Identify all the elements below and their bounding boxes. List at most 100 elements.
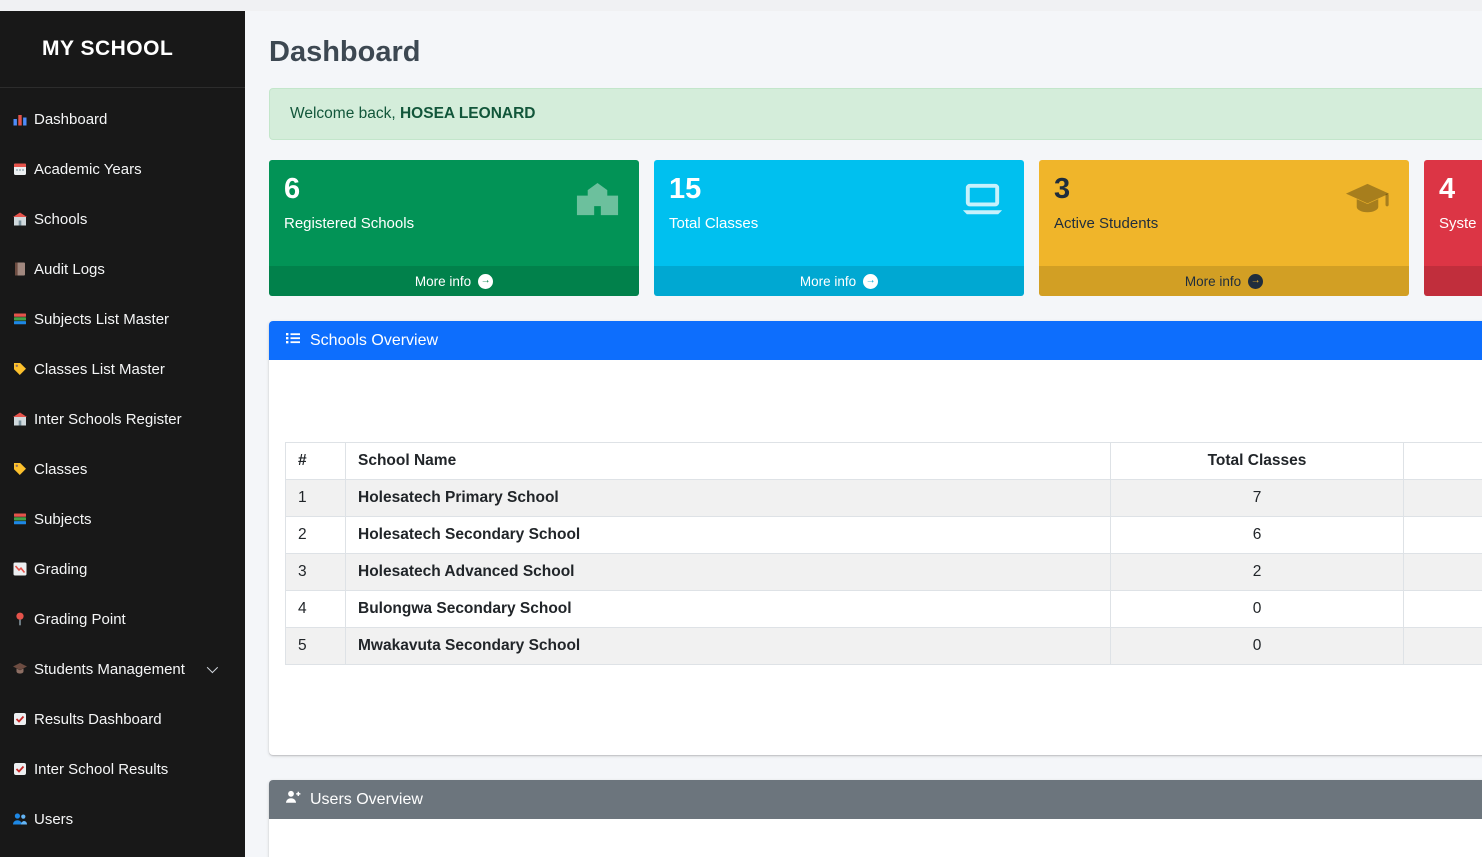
school-name-cell: Holesatech Advanced School — [346, 554, 1111, 591]
stat-label: Active Students — [1054, 215, 1394, 232]
school-name-cell: Holesatech Primary School — [346, 480, 1111, 517]
stat-label: Registered Schools — [284, 215, 624, 232]
more-info-link[interactable]: More info → — [1424, 266, 1482, 296]
top-strip — [0, 0, 1482, 11]
th-number: # — [286, 443, 346, 480]
welcome-alert: Welcome back, HOSEA LEONARD — [269, 88, 1482, 140]
sidebar-item-label: Audit Logs — [34, 261, 105, 278]
sidebar-item-audit-logs[interactable]: Audit Logs — [0, 244, 245, 294]
laptop-icon — [959, 176, 1006, 228]
table-row: 3 Holesatech Advanced School 2 — [286, 554, 1482, 591]
sidebar-item-label: Dashboard — [34, 111, 107, 128]
sidebar-item-classes[interactable]: Classes — [0, 444, 245, 494]
extra-cell — [1404, 554, 1482, 591]
total-classes-cell: 2 — [1111, 554, 1404, 591]
school-icon — [11, 211, 28, 228]
stat-value: 15 — [669, 173, 1009, 206]
table-row: 2 Holesatech Secondary School 6 — [286, 517, 1482, 554]
school-name-cell: Holesatech Secondary School — [346, 517, 1111, 554]
chart-decreasing-icon — [11, 561, 28, 578]
graduation-cap-icon — [1344, 176, 1391, 228]
row-number-cell: 5 — [286, 628, 346, 665]
sidebar-item-label: Subjects List Master — [34, 311, 169, 328]
users-overview-body — [269, 819, 1482, 857]
more-info-link[interactable]: More info → — [654, 266, 1024, 296]
more-info-link[interactable]: More info → — [1039, 266, 1409, 296]
sidebar-item-subjects-list-master[interactable]: Subjects List Master — [0, 294, 245, 344]
checkbox-icon — [11, 711, 28, 728]
sidebar-item-label: Schools — [34, 211, 87, 228]
arrow-circle-right-icon: → — [1248, 274, 1263, 289]
total-classes-cell: 0 — [1111, 591, 1404, 628]
brand-title: MY SCHOOL — [0, 11, 245, 88]
users-overview-header: Users Overview — [269, 780, 1482, 819]
sidebar-item-label: Inter Schools Register — [34, 411, 182, 428]
card-title: Users Overview — [310, 791, 423, 809]
extra-cell — [1404, 517, 1482, 554]
school-icon — [11, 411, 28, 428]
stat-active-students: 3 Active Students More info → — [1039, 160, 1409, 296]
welcome-text: Welcome back, — [290, 105, 400, 122]
sidebar-item-label: Grading — [34, 561, 87, 578]
list-icon — [285, 330, 301, 351]
sidebar-item-label: Inter School Results — [34, 761, 168, 778]
table-row: 5 Mwakavuta Secondary School 0 — [286, 628, 1482, 665]
sidebar-item-inter-school-results[interactable]: Inter School Results — [0, 744, 245, 794]
schools-overview-card: Schools Overview # School Name Total Cla… — [269, 321, 1482, 755]
sidebar-item-subjects[interactable]: Subjects — [0, 494, 245, 544]
sidebar-item-grading[interactable]: Grading — [0, 544, 245, 594]
sidebar-item-label: Classes List Master — [34, 361, 165, 378]
sidebar-item-schools[interactable]: Schools — [0, 194, 245, 244]
sidebar-item-label: Subjects — [34, 511, 92, 528]
more-info-label: More info — [1185, 274, 1241, 289]
stat-value: 4 — [1439, 173, 1482, 206]
table-row: 4 Bulongwa Secondary School 0 — [286, 591, 1482, 628]
school-building-icon — [574, 176, 621, 228]
sidebar-item-grading-point[interactable]: Grading Point — [0, 594, 245, 644]
sidebar-item-students-management[interactable]: Students Management — [0, 644, 245, 694]
sidebar-item-results-dashboard[interactable]: Results Dashboard — [0, 694, 245, 744]
more-info-label: More info — [800, 274, 856, 289]
sidebar-item-inter-schools-register[interactable]: Inter Schools Register — [0, 394, 245, 444]
stat-value: 6 — [284, 173, 624, 206]
user-plus-icon — [285, 789, 301, 810]
total-classes-cell: 7 — [1111, 480, 1404, 517]
users-icon — [11, 811, 28, 828]
sidebar-item-label: Results Dashboard — [34, 711, 162, 728]
tag-icon — [11, 361, 28, 378]
th-total-classes: Total Classes — [1111, 443, 1404, 480]
total-classes-cell: 0 — [1111, 628, 1404, 665]
calendar-icon — [11, 161, 28, 178]
checkbox-icon — [11, 761, 28, 778]
school-name-cell: Mwakavuta Secondary School — [346, 628, 1111, 665]
sidebar-item-label: Classes — [34, 461, 87, 478]
sidebar-item-users[interactable]: Users — [0, 794, 245, 844]
sidebar-item-academic-years[interactable]: Academic Years — [0, 144, 245, 194]
table-header-row: # School Name Total Classes — [286, 443, 1482, 480]
sidebar: MY SCHOOL Dashboard Academic Years Schoo… — [0, 11, 245, 857]
extra-cell — [1404, 628, 1482, 665]
sidebar-item-classes-list-master[interactable]: Classes List Master — [0, 344, 245, 394]
th-extra — [1404, 443, 1482, 480]
arrow-circle-right-icon: → — [478, 274, 493, 289]
sidebar-item-label: Users — [34, 811, 73, 828]
sidebar-item-dashboard[interactable]: Dashboard — [0, 94, 245, 144]
school-name-cell: Bulongwa Secondary School — [346, 591, 1111, 628]
more-info-link[interactable]: More info → — [269, 266, 639, 296]
sidebar-item-label: Academic Years — [34, 161, 142, 178]
schools-overview-header: Schools Overview — [269, 321, 1482, 360]
stat-value: 3 — [1054, 173, 1394, 206]
stat-registered-schools: 6 Registered Schools More info → — [269, 160, 639, 296]
round-pushpin-icon — [11, 611, 28, 628]
notebook-icon — [11, 261, 28, 278]
row-number-cell: 1 — [286, 480, 346, 517]
welcome-user-name: HOSEA LEONARD — [400, 105, 536, 122]
stat-label: Syste — [1439, 215, 1482, 232]
chevron-down-icon — [207, 662, 218, 673]
stat-system-users: 4 Syste More info → — [1424, 160, 1482, 296]
stat-label: Total Classes — [669, 215, 1009, 232]
total-classes-cell: 6 — [1111, 517, 1404, 554]
sidebar-item-label: Grading Point — [34, 611, 126, 628]
books-icon — [11, 311, 28, 328]
row-number-cell: 4 — [286, 591, 346, 628]
